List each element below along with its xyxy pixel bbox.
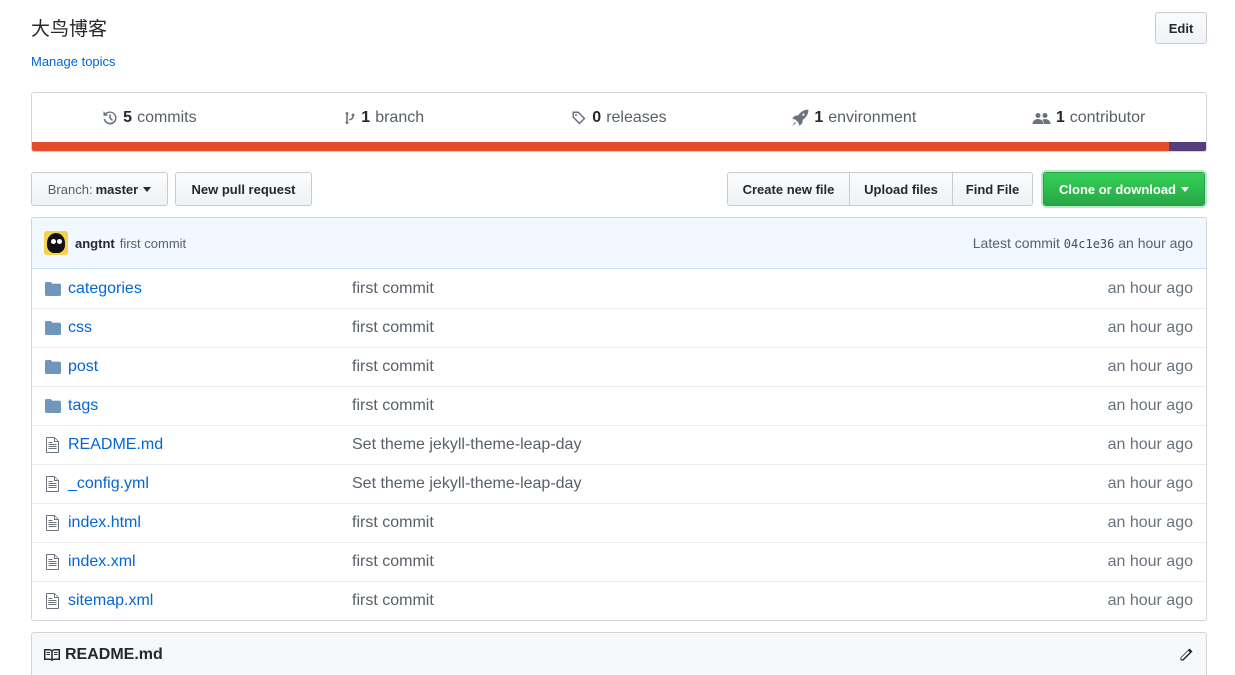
file-age: an hour ago (1107, 475, 1193, 492)
numbers-summary: 5 commits 1 branch 0 releases 1 environm… (31, 92, 1207, 152)
table-row: tags first commit an hour ago (32, 386, 1206, 425)
file-name-link[interactable]: categories (68, 280, 352, 298)
file-age: an hour ago (1107, 358, 1193, 375)
table-row: css first commit an hour ago (32, 308, 1206, 347)
commit-sha-link[interactable]: 04c1e36 (1064, 237, 1115, 251)
branches-link[interactable]: 1 branch (267, 109, 502, 127)
file-commit-message-link[interactable]: first commit (352, 553, 1108, 571)
book-icon (44, 648, 60, 661)
create-new-file-button[interactable]: Create new file (727, 172, 850, 206)
file-name-link[interactable]: index.xml (68, 553, 352, 571)
file-age: an hour ago (1107, 553, 1193, 570)
contributors-label: contributor (1069, 109, 1146, 126)
file-age: an hour ago (1107, 279, 1193, 297)
file-age: an hour ago (1107, 592, 1193, 609)
file-age: an hour ago (1107, 319, 1193, 336)
branch-name: master (95, 181, 139, 197)
file-list: angtnt first commit Latest commit 04c1e3… (31, 217, 1207, 621)
file-icon (44, 437, 61, 453)
table-row: index.html first commit an hour ago (32, 503, 1206, 542)
file-commit-message-link[interactable]: first commit (352, 397, 1108, 415)
branches-label: branch (375, 109, 425, 126)
file-icon (44, 554, 61, 570)
table-row: categories first commit an hour ago (32, 269, 1206, 308)
file-commit-message-link[interactable]: first commit (352, 319, 1108, 337)
folder-icon (44, 281, 61, 296)
upload-files-button[interactable]: Upload files (849, 172, 953, 206)
language-segment[interactable] (32, 142, 1170, 151)
repo-description: 大鸟博客 (31, 18, 108, 40)
file-name-link[interactable]: tags (68, 397, 352, 415)
pencil-icon[interactable] (1178, 647, 1194, 663)
language-bar[interactable] (32, 142, 1206, 151)
environments-label: environment (828, 109, 917, 126)
branch-select-button[interactable]: Branch: master (31, 172, 168, 206)
edit-button[interactable]: Edit (1155, 12, 1207, 44)
table-row: index.xml first commit an hour ago (32, 542, 1206, 581)
history-icon (103, 111, 117, 125)
environments-link[interactable]: 1 environment (736, 109, 971, 127)
file-name-link[interactable]: post (68, 358, 352, 376)
file-commit-message-link[interactable]: first commit (352, 514, 1108, 532)
readme-header: README.md (31, 632, 1207, 675)
latest-commit-time: an hour ago (1118, 235, 1193, 251)
releases-label: releases (606, 109, 667, 126)
folder-icon (44, 399, 61, 413)
file-commit-message-link[interactable]: first commit (352, 280, 1108, 298)
file-name-link[interactable]: index.html (68, 514, 352, 532)
caret-down-icon (1181, 186, 1189, 192)
folder-icon (44, 321, 61, 335)
commit-message-link[interactable]: first commit (120, 236, 186, 251)
table-row: post first commit an hour ago (32, 347, 1206, 386)
clone-or-download-button[interactable]: Clone or download (1043, 172, 1205, 206)
readme-title: README.md (65, 645, 163, 663)
latest-commit-label: Latest commit (972, 235, 1060, 251)
releases-count: 0 (592, 109, 602, 126)
commits-link[interactable]: 5 commits (32, 109, 267, 127)
file-commit-message-link[interactable]: Set theme jekyll-theme-leap-day (352, 436, 1108, 454)
file-commit-message-link[interactable]: first commit (352, 358, 1108, 376)
branch-prefix: Branch: (47, 181, 93, 197)
latest-commit-info: Latest commit 04c1e36 an hour ago (973, 235, 1193, 251)
tag-icon (572, 111, 586, 125)
file-icon (44, 515, 61, 531)
file-commit-message-link[interactable]: Set theme jekyll-theme-leap-day (352, 475, 1108, 493)
contributors-count: 1 (1055, 109, 1065, 126)
clone-label: Clone or download (1059, 181, 1176, 197)
file-name-link[interactable]: _config.yml (68, 475, 352, 493)
avatar[interactable] (44, 231, 68, 255)
file-icon (44, 476, 61, 492)
contributors-link[interactable]: 1 contributor (971, 109, 1206, 127)
file-name-link[interactable]: css (68, 319, 352, 337)
branch-icon (345, 112, 355, 124)
table-row: _config.yml Set theme jekyll-theme-leap-d… (32, 464, 1206, 503)
find-file-button[interactable]: Find File (952, 172, 1033, 206)
file-name-link[interactable]: sitemap.xml (68, 592, 352, 610)
manage-topics-link[interactable]: Manage topics (31, 54, 116, 69)
file-age: an hour ago (1107, 436, 1193, 453)
environments-count: 1 (814, 109, 824, 126)
releases-link[interactable]: 0 releases (502, 109, 737, 127)
file-age: an hour ago (1107, 397, 1193, 414)
table-row: sitemap.xml first commit an hour ago (32, 581, 1206, 620)
commit-author-link[interactable]: angtnt (75, 236, 115, 251)
rocket-icon (792, 109, 809, 126)
file-commit-message-link[interactable]: first commit (352, 592, 1108, 610)
branches-count: 1 (361, 109, 371, 126)
new-pull-request-button[interactable]: New pull request (175, 172, 312, 206)
language-segment[interactable] (1169, 142, 1206, 151)
people-icon (1032, 113, 1051, 124)
file-name-link[interactable]: README.md (68, 436, 352, 454)
latest-commit-bar: angtnt first commit Latest commit 04c1e3… (32, 218, 1206, 269)
caret-down-icon (143, 186, 152, 192)
folder-icon (44, 360, 61, 374)
table-row: README.md Set theme jekyll-theme-leap-day… (32, 425, 1206, 464)
commits-label: commits (137, 109, 197, 126)
file-age: an hour ago (1107, 514, 1193, 531)
file-icon (44, 593, 61, 609)
commits-count: 5 (123, 109, 133, 126)
